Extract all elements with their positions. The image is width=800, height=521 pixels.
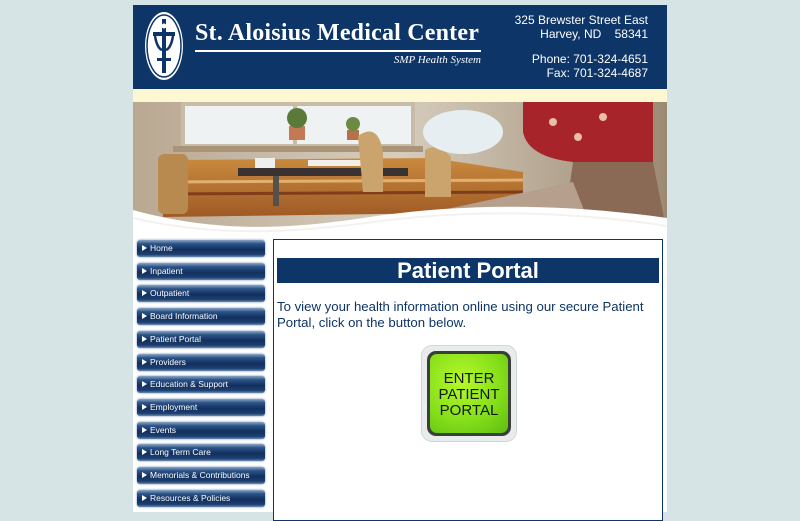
nav-item-label: Long Term Care	[150, 447, 211, 458]
nav-item-label: Events	[150, 424, 176, 435]
nav-item-resources-policies[interactable]: Resources & Policies	[137, 489, 265, 507]
triangle-right-icon	[142, 267, 147, 274]
nav-item-employment[interactable]: Employment	[137, 398, 265, 416]
portal-button-label: ENTER PATIENT PORTAL	[438, 370, 500, 419]
triangle-right-icon	[142, 290, 147, 297]
triangle-right-icon	[142, 313, 147, 320]
triangle-right-icon	[142, 426, 147, 433]
nav-item-long-term-care[interactable]: Long Term Care	[137, 444, 265, 462]
nav-item-label: Employment	[150, 401, 198, 412]
address-city: Harvey, ND 58341	[540, 27, 648, 41]
site-header: St. Aloisius Medical Center SMP Health S…	[133, 5, 667, 89]
triangle-right-icon	[142, 494, 147, 501]
room-photo-banner	[133, 102, 667, 233]
nav-item-label: Home	[150, 243, 173, 253]
nav-item-label: Providers	[150, 356, 186, 367]
header-accent-band	[133, 89, 667, 102]
page-title: Patient Portal	[277, 258, 659, 283]
nav-item-board-information[interactable]: Board Information	[137, 308, 265, 326]
enter-patient-portal-button[interactable]: ENTER PATIENT PORTAL	[421, 345, 517, 442]
triangle-right-icon	[142, 381, 147, 388]
nav-item-inpatient[interactable]: Inpatient	[137, 262, 265, 280]
nav-item-label: Education & Support	[150, 379, 228, 390]
triangle-right-icon	[142, 449, 147, 456]
nav-item-label: Patient Portal	[150, 333, 202, 344]
title-divider	[195, 50, 481, 52]
site-subtitle: SMP Health System	[393, 54, 481, 66]
triangle-right-icon	[142, 472, 147, 478]
nav-item-outpatient[interactable]: Outpatient	[137, 285, 265, 303]
triangle-right-icon	[142, 245, 147, 251]
fax-number: Fax: 701-324-4687	[546, 66, 648, 80]
triangle-right-icon	[142, 358, 147, 365]
nav-item-label: Outpatient	[150, 288, 190, 299]
address-street: 325 Brewster Street East	[514, 13, 648, 27]
cross-logo-icon[interactable]	[145, 12, 183, 80]
nav-item-label: Inpatient	[150, 265, 183, 276]
nav-item-label: Resources & Policies	[150, 492, 231, 503]
triangle-right-icon	[142, 335, 147, 342]
portal-instructions: To view your health information online u…	[277, 299, 644, 330]
nav-item-patient-portal[interactable]: Patient Portal	[137, 330, 265, 348]
nav-item-home[interactable]: Home	[137, 240, 265, 257]
nav-item-education-support[interactable]: Education & Support	[137, 376, 265, 394]
portal-button-frame: ENTER PATIENT PORTAL	[427, 351, 511, 436]
main-content: Patient Portal To view your health infor…	[273, 239, 663, 521]
nav-item-label: Board Information	[150, 311, 218, 322]
nav-item-events[interactable]: Events	[137, 421, 265, 439]
nav-item-label: Memorials & Contributions	[150, 470, 250, 480]
site-title[interactable]: St. Aloisius Medical Center	[195, 20, 479, 47]
nav-item-providers[interactable]: Providers	[137, 353, 265, 371]
triangle-right-icon	[142, 403, 147, 410]
portal-button-face: ENTER PATIENT PORTAL	[430, 354, 508, 433]
phone-number: Phone: 701-324-4651	[531, 52, 648, 66]
nav-item-memorials-contributions[interactable]: Memorials & Contributions	[137, 467, 265, 484]
page-container: St. Aloisius Medical Center SMP Health S…	[133, 5, 667, 521]
